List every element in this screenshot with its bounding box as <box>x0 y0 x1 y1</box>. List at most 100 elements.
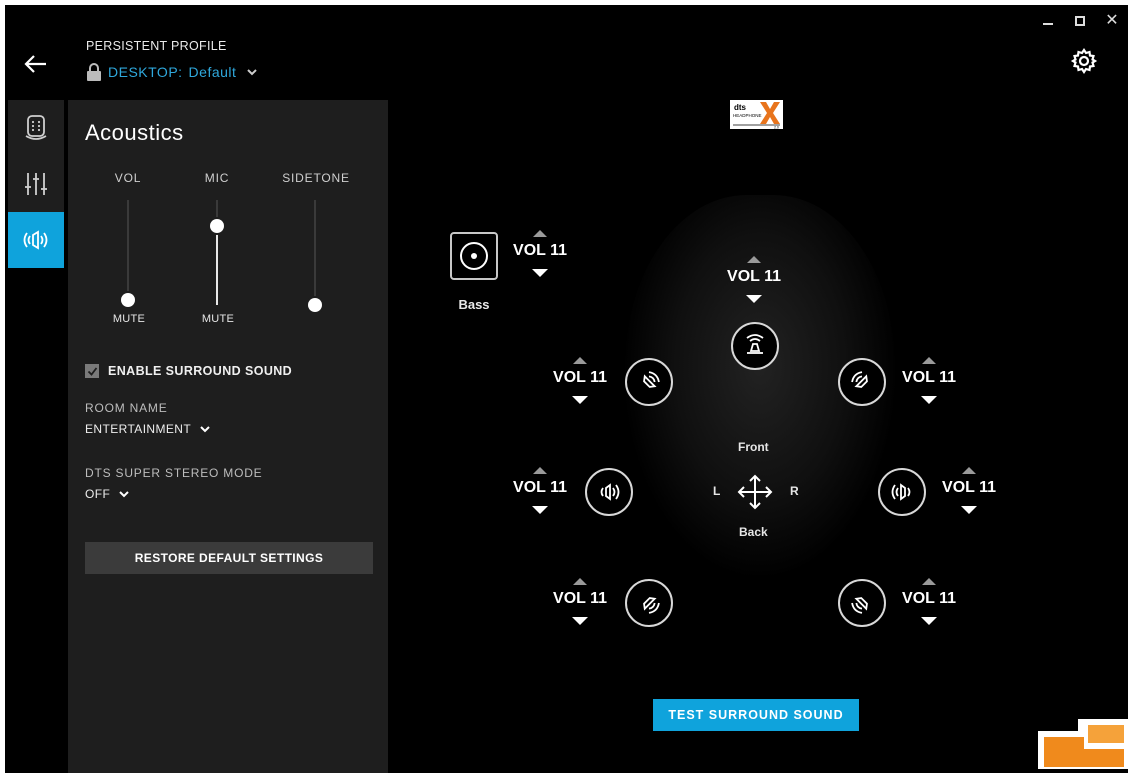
sidetone-slider[interactable] <box>307 200 323 312</box>
close-button[interactable]: ✕ <box>1099 11 1125 31</box>
minimize-button[interactable] <box>1035 11 1061 31</box>
panel-title: Acoustics <box>85 120 184 145</box>
front-right-speaker-button[interactable] <box>838 358 886 406</box>
direction-front-label: Front <box>738 440 769 454</box>
sidetone-slider-label: SIDETONE <box>282 171 350 185</box>
bass-volume-control: VOL 11 <box>505 230 575 284</box>
room-name-label: ROOM NAME <box>85 401 168 415</box>
vol-slider-label: VOL <box>114 171 142 185</box>
settings-button[interactable] <box>1069 46 1099 76</box>
volume-down-button[interactable] <box>532 506 548 514</box>
slider-fill <box>216 226 218 305</box>
front-right-speaker-icon <box>851 371 868 388</box>
volume-up-button[interactable] <box>573 357 587 364</box>
side-right-speaker-icon <box>891 483 911 501</box>
maximize-button[interactable] <box>1067 11 1093 31</box>
center-volume-control: VOL 11 <box>719 256 789 310</box>
back-button[interactable] <box>21 49 51 79</box>
volume-value: VOL 11 <box>553 590 607 607</box>
checkmark-icon <box>87 366 97 376</box>
volume-down-button[interactable] <box>572 617 588 625</box>
volume-up-button[interactable] <box>573 578 587 585</box>
volume-value: VOL 11 <box>513 242 567 259</box>
rear-right-speaker-button[interactable] <box>838 579 886 627</box>
gear-icon <box>1070 48 1098 74</box>
vol-slider[interactable] <box>120 200 136 307</box>
room-name-dropdown[interactable]: ENTERTAINMENT <box>85 422 211 436</box>
slider-knob[interactable] <box>308 298 322 312</box>
volume-down-button[interactable] <box>572 396 588 404</box>
volume-down-button[interactable] <box>921 396 937 404</box>
volume-down-button[interactable] <box>961 506 977 514</box>
bass-label: Bass <box>458 297 490 312</box>
mic-slider-label: MIC <box>204 171 230 185</box>
subwoofer-icon <box>460 242 488 270</box>
slider-knob[interactable] <box>210 219 224 234</box>
slider-track <box>314 200 316 305</box>
enable-surround-label: ENABLE SURROUND SOUND <box>108 364 293 378</box>
side-left-speaker-icon <box>600 483 620 501</box>
volume-up-button[interactable] <box>922 357 936 364</box>
volume-up-button[interactable] <box>533 230 547 237</box>
mic-mute-label: MUTE <box>201 313 235 325</box>
profile-heading: PERSISTENT PROFILE <box>86 39 227 53</box>
volume-down-button[interactable] <box>746 295 762 303</box>
volume-up-button[interactable] <box>533 467 547 474</box>
volume-value: VOL 11 <box>513 479 567 496</box>
volume-up-button[interactable] <box>922 578 936 585</box>
volume-down-button[interactable] <box>532 269 548 277</box>
profile-name: Default <box>188 64 237 80</box>
rear-right-volume-control: VOL 11 <box>894 578 964 632</box>
front-left-speaker-button[interactable] <box>625 358 673 406</box>
lock-icon <box>87 63 101 81</box>
volume-value: VOL 11 <box>902 369 956 386</box>
center-speaker-button[interactable] <box>731 322 779 370</box>
room-name-value: ENTERTAINMENT <box>85 422 192 436</box>
mic-slider[interactable] <box>209 200 225 305</box>
side-right-speaker-button[interactable] <box>878 468 926 516</box>
profile-selector[interactable]: DESKTOP: Default <box>86 63 258 81</box>
minimize-icon <box>1043 23 1053 25</box>
watermark-logo <box>1038 719 1128 769</box>
volume-value: VOL 11 <box>942 479 996 496</box>
rear-left-speaker-icon <box>643 597 660 614</box>
dts-mode-value: OFF <box>85 487 111 501</box>
side-left-volume-control: VOL 11 <box>505 467 575 521</box>
rear-right-speaker-icon <box>851 597 868 614</box>
volume-value: VOL 11 <box>553 369 607 386</box>
close-icon: ✕ <box>1105 12 1119 29</box>
volume-value: VOL 11 <box>727 268 781 285</box>
side-left-speaker-button[interactable] <box>585 468 633 516</box>
svg-text:2.0: 2.0 <box>774 126 779 130</box>
slider-track <box>127 200 129 305</box>
dts-mode-dropdown[interactable]: OFF <box>85 487 130 501</box>
chevron-down-icon <box>200 426 210 433</box>
svg-text:HEADPHONE: HEADPHONE <box>733 113 762 118</box>
slider-knob[interactable] <box>121 292 135 307</box>
restore-defaults-button[interactable]: RESTORE DEFAULT SETTINGS <box>85 542 373 574</box>
arrow-left-icon <box>24 55 46 73</box>
app-window: ✕ PERSISTENT PROFILE DESKTOP: Default Ac… <box>5 5 1128 773</box>
bass-speaker-button[interactable] <box>450 232 498 280</box>
svg-text:dts: dts <box>734 103 747 112</box>
equalizer-icon <box>25 173 47 195</box>
test-surround-button[interactable]: TEST SURROUND SOUND <box>653 699 859 731</box>
rear-left-volume-control: VOL 11 <box>545 578 615 632</box>
volume-up-button[interactable] <box>747 256 761 263</box>
enable-surround-checkbox[interactable] <box>85 364 99 378</box>
headset-mic-icon <box>25 115 47 140</box>
nav-item-surround[interactable] <box>8 212 64 268</box>
volume-down-button[interactable] <box>921 617 937 625</box>
nav-item-equalizer[interactable] <box>8 156 64 212</box>
front-right-volume-control: VOL 11 <box>894 357 964 411</box>
volume-value: VOL 11 <box>902 590 956 607</box>
front-left-speaker-icon <box>643 371 660 388</box>
volume-up-button[interactable] <box>962 467 976 474</box>
rear-left-speaker-button[interactable] <box>625 579 673 627</box>
center-speaker-icon <box>746 334 764 354</box>
nav-item-microphone[interactable] <box>8 100 64 156</box>
front-left-volume-control: VOL 11 <box>545 357 615 411</box>
acoustics-panel: Acoustics VOL MIC SIDETONE MUTE MUTE ENA… <box>68 100 388 773</box>
side-nav <box>8 100 64 268</box>
enable-surround-toggle[interactable]: ENABLE SURROUND SOUND <box>85 364 292 378</box>
